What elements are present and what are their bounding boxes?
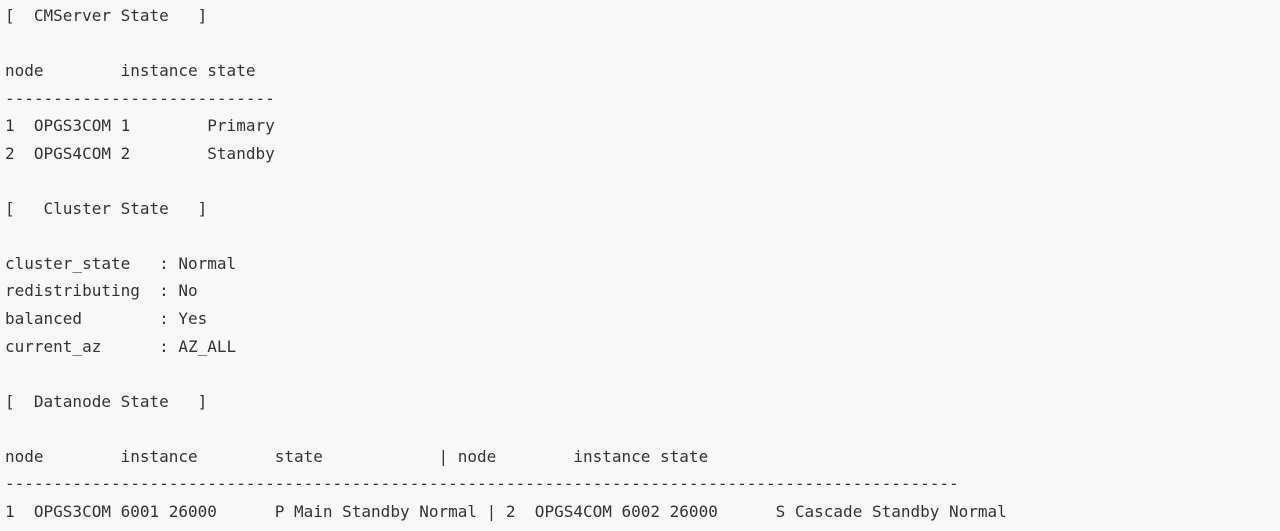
datanode-state-header: [ Datanode State ] [5, 391, 208, 411]
datanode-row: 1 OPGS3COM 6001 26000 P Main Standby Nor… [5, 501, 1007, 521]
cluster-state-row: cluster_state : Normal [5, 253, 237, 273]
terminal-output: [ CMServer State ] node instance state -… [0, 2, 1280, 531]
cmserver-row: 2 OPGS4COM 2 Standby [5, 143, 275, 163]
redistributing-row: redistributing : No [5, 281, 198, 301]
cmserver-column-headers: node instance state [5, 61, 256, 81]
cmserver-state-header: [ CMServer State ] [5, 6, 208, 25]
current-az-row: current_az : AZ_ALL [5, 336, 237, 356]
cmserver-separator: ---------------------------- [5, 88, 275, 108]
cmserver-row: 1 OPGS3COM 1 Primary [5, 116, 275, 136]
datanode-separator: ----------------------------------------… [5, 474, 959, 494]
balanced-row: balanced : Yes [5, 309, 208, 329]
datanode-column-headers: node instance state | node instance stat… [5, 446, 709, 466]
cluster-state-header: [ Cluster State ] [5, 198, 208, 218]
